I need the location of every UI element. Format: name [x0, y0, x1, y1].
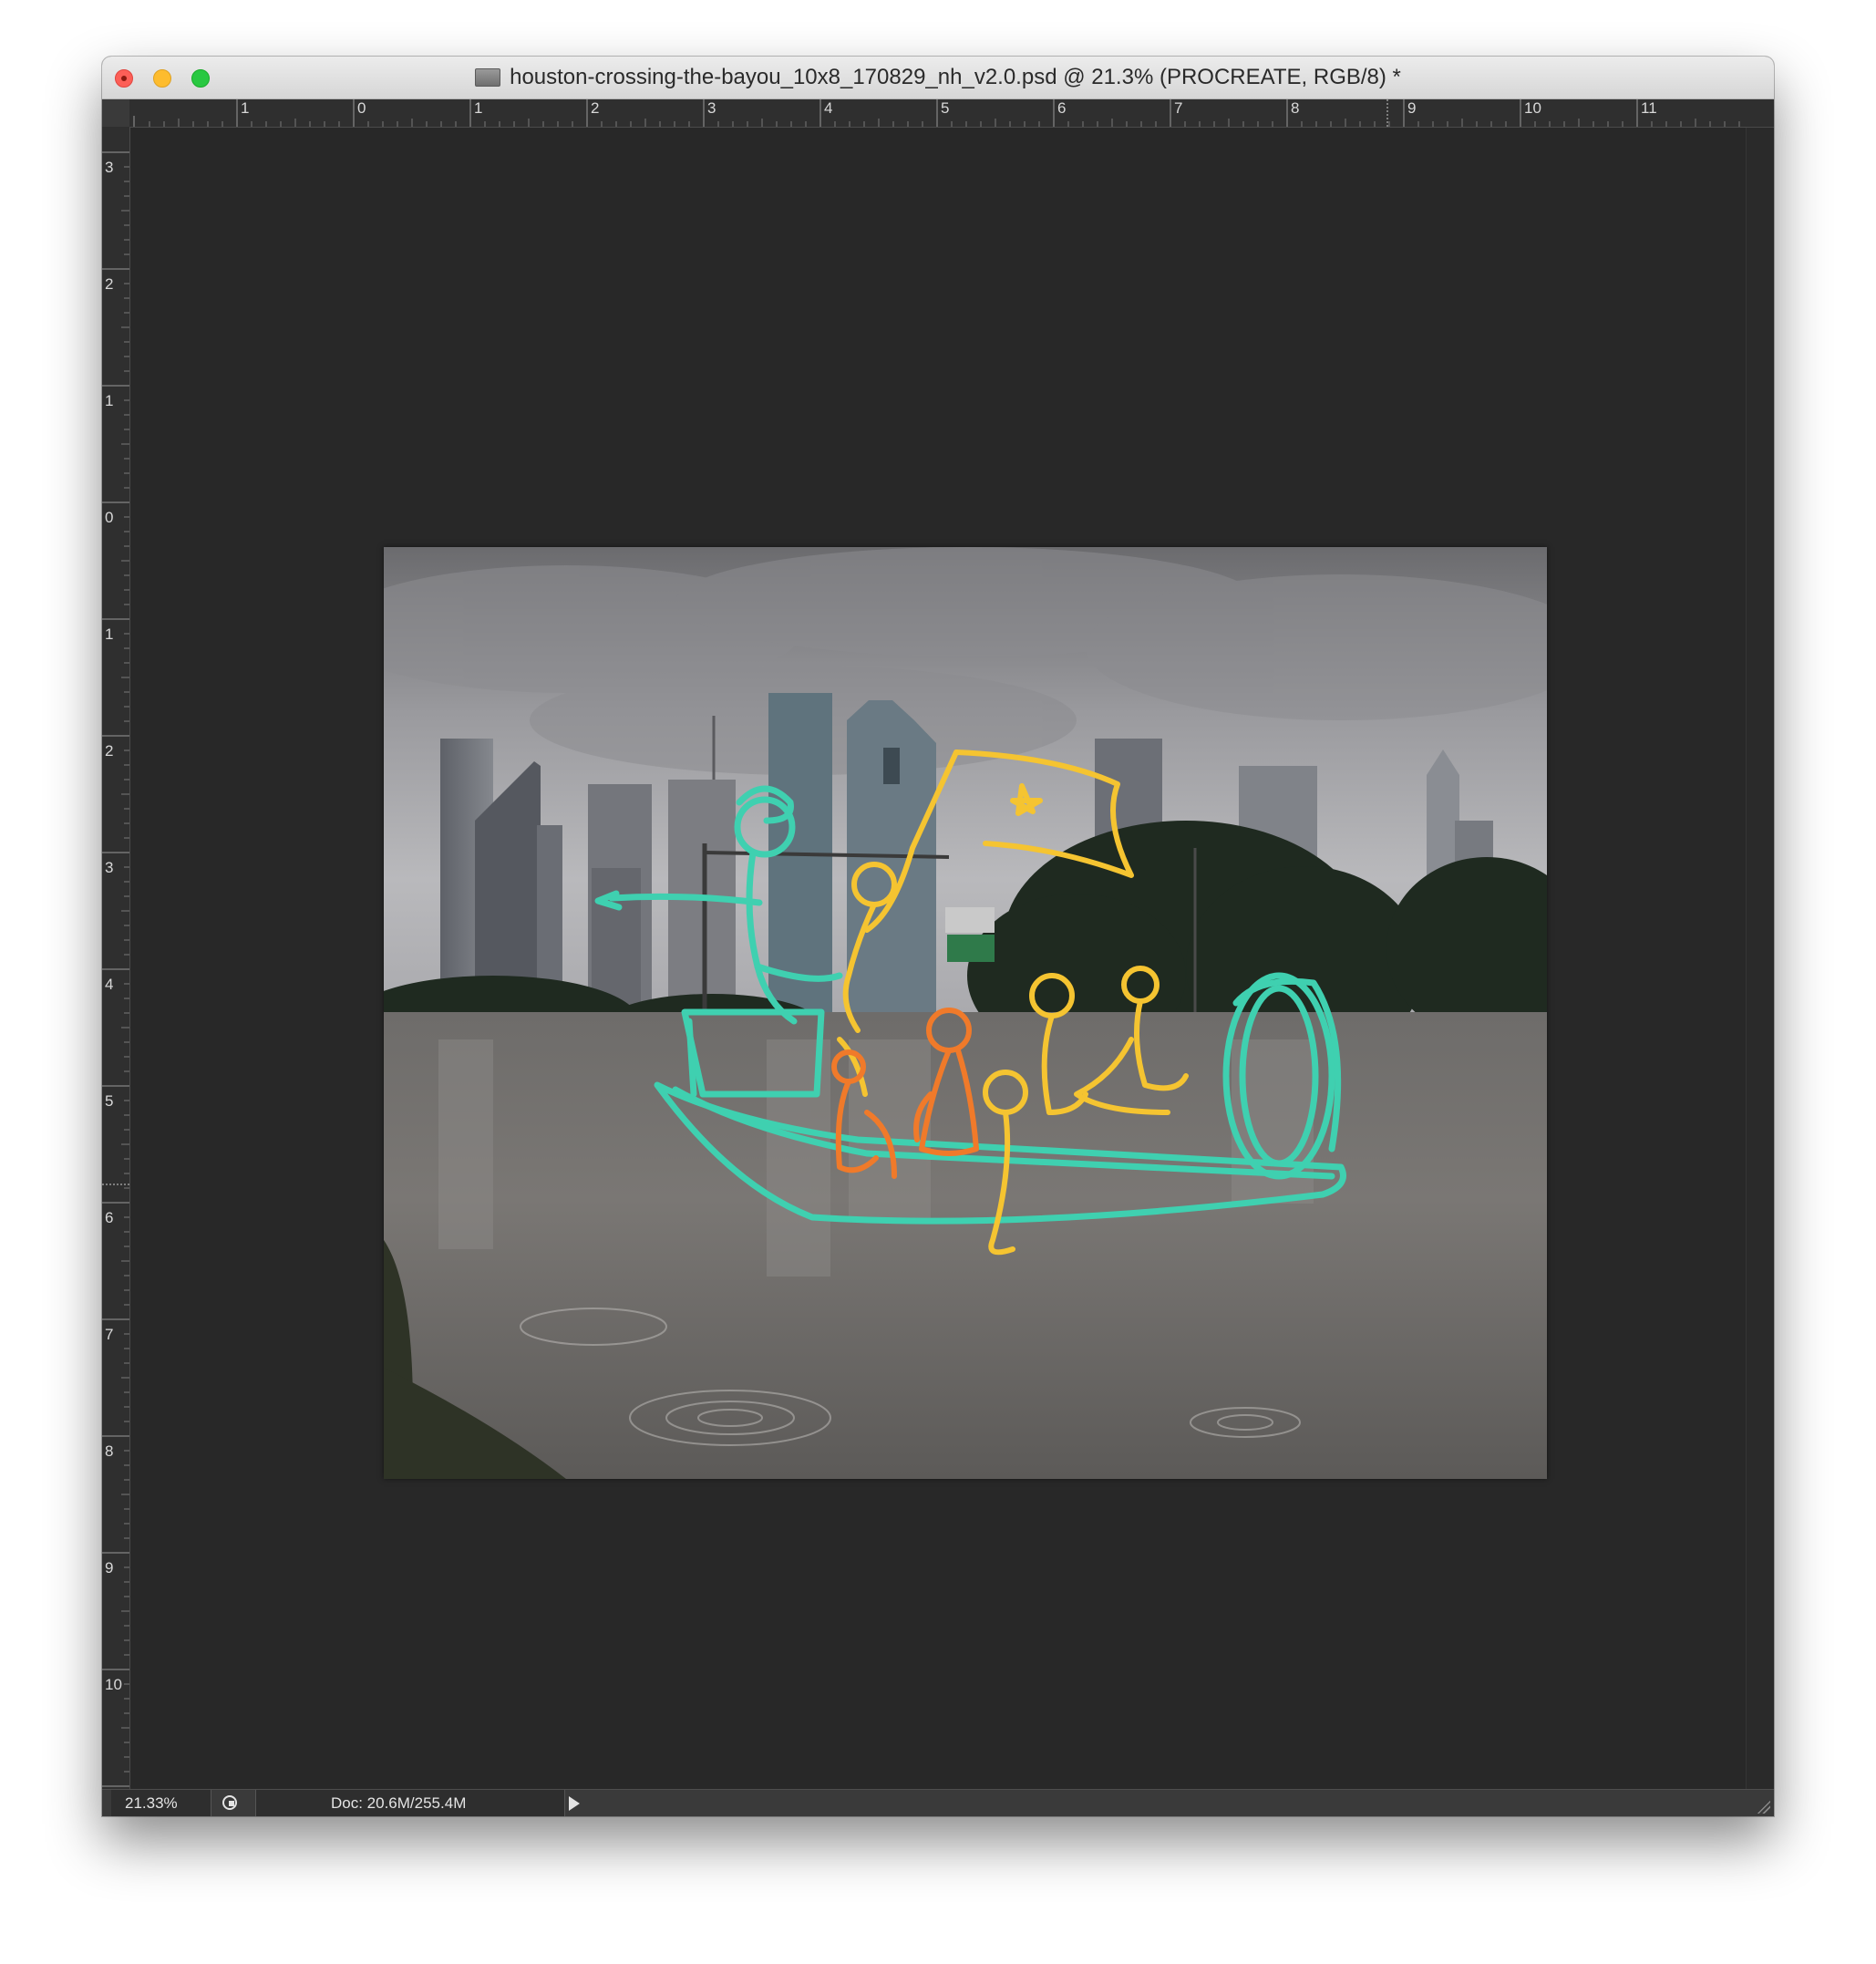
vertical-ruler-ticks: 3 2 1 0 1 2 3 4 5 6 7 8 9 10 1 [102, 151, 129, 1810]
document-canvas[interactable] [130, 128, 1747, 1789]
ruler-label: 3 [707, 99, 716, 117]
horizontal-ruler-ticks: 1 0 1 2 3 4 5 6 7 8 9 10 11 [133, 99, 1740, 127]
ruler-label: 8 [105, 1442, 113, 1460]
ruler-label: 1 [105, 392, 113, 409]
psd-file-icon [475, 68, 501, 87]
ruler-label: 10 [105, 1676, 122, 1693]
window-resize-grip-icon[interactable] [1754, 1797, 1770, 1814]
ruler-label: 4 [824, 99, 832, 117]
ruler-label: 7 [1174, 99, 1182, 117]
ruler-label: 6 [1057, 99, 1066, 117]
status-bar: 21.33% Doc: 20.6M/255.4M [102, 1789, 1774, 1816]
ruler-label: 8 [1291, 99, 1299, 117]
window-title-text: houston-crossing-the-bayou_10x8_170829_n… [510, 65, 1401, 89]
ruler-label: 9 [105, 1559, 113, 1576]
zoom-level-field[interactable]: 21.33% [111, 1790, 211, 1816]
ruler-label: 11 [1641, 99, 1657, 117]
ruler-label: 2 [591, 99, 599, 117]
ruler-label: 2 [105, 742, 113, 760]
ruler-label: 5 [105, 1092, 113, 1110]
ruler-label: 9 [1407, 99, 1416, 117]
proof-setup-icon[interactable] [221, 1794, 241, 1813]
ruler-origin-corner[interactable] [102, 99, 130, 128]
status-menu-arrow-icon[interactable] [569, 1796, 580, 1811]
ruler-label: 6 [105, 1209, 113, 1226]
horizontal-ruler[interactable]: 1 0 1 2 3 4 5 6 7 8 9 10 11 [129, 99, 1774, 128]
ruler-label: 1 [241, 99, 249, 117]
ruler-label: 3 [105, 859, 113, 876]
exit-sign [945, 907, 995, 933]
minor-ticks [149, 119, 1740, 127]
ruler-label: 1 [105, 625, 113, 643]
ruler-label: 5 [941, 99, 949, 117]
document-size-info: Doc: 20.6M/255.4M [255, 1790, 565, 1816]
title-bar[interactable]: houston-crossing-the-bayou_10x8_170829_n… [102, 57, 1774, 99]
ruler-label: 2 [105, 275, 113, 293]
ruler-label: 0 [357, 99, 366, 117]
vertical-scrollbar[interactable] [1746, 128, 1774, 1789]
ruler-label: 7 [105, 1326, 113, 1343]
ruler-label: 3 [105, 159, 113, 176]
photoshop-document-window: houston-crossing-the-bayou_10x8_170829_n… [102, 57, 1774, 1816]
document-image[interactable] [384, 547, 1547, 1479]
vertical-ruler[interactable]: 3 2 1 0 1 2 3 4 5 6 7 8 9 10 1 [102, 127, 130, 1816]
ruler-label: 0 [105, 509, 113, 526]
ruler-label: 4 [105, 976, 113, 993]
ruler-label: 1 [474, 99, 482, 117]
flooded-houston-photo-with-sketch [384, 547, 1547, 1479]
ruler-label: 10 [1524, 99, 1541, 117]
highway-sign [947, 935, 995, 962]
window-title: houston-crossing-the-bayou_10x8_170829_n… [102, 57, 1774, 98]
